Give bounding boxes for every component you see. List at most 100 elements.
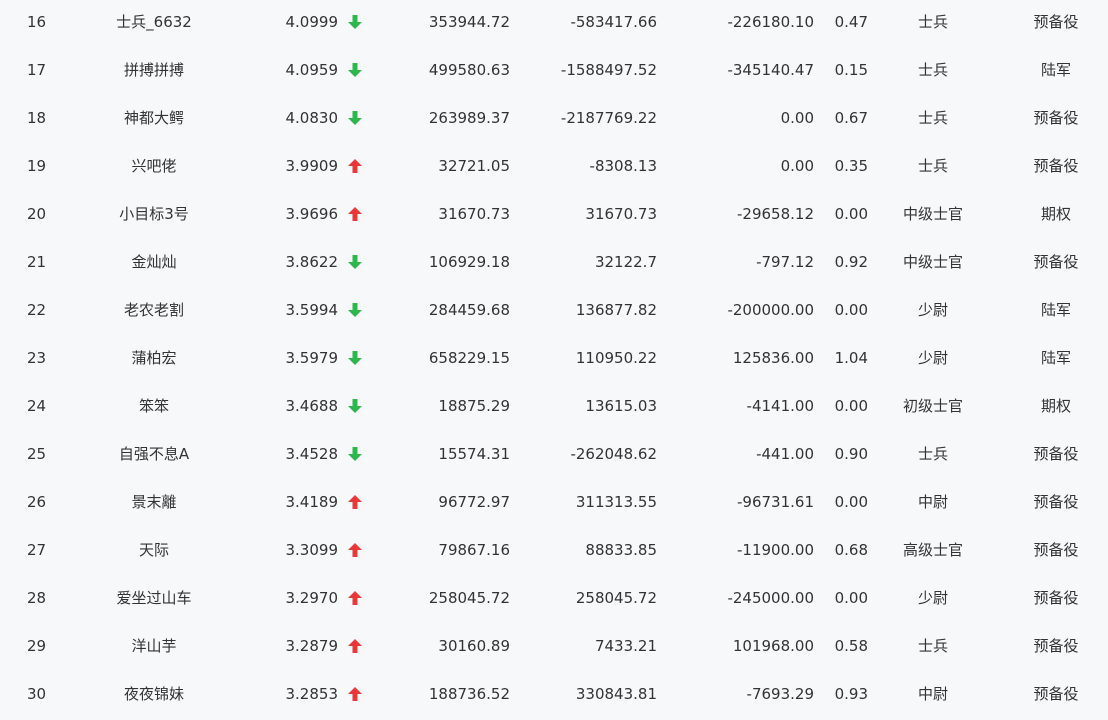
account-type: 预备役 — [1033, 541, 1079, 559]
table-row[interactable]: 18 神都大鳄 4.0830 263989.37 -2187769.22 0.00 0.67… — [0, 96, 1108, 144]
rank-cell: 25 — [27, 445, 47, 463]
player-name[interactable]: 夜夜锦妹 — [94, 672, 214, 720]
table-row[interactable]: 22 老农老割 3.5994 284459.68 136877.82 -200000.00… — [0, 288, 1108, 336]
player-name[interactable]: 天际 — [94, 528, 214, 576]
rank-cell: 18 — [27, 109, 47, 127]
value-3: -11900.00 — [737, 541, 814, 559]
score-value: 3.4189 — [285, 493, 339, 511]
score-value: 4.0830 — [285, 109, 339, 127]
value-1: 258045.72 — [428, 589, 510, 607]
rank-cell: 29 — [27, 637, 47, 655]
rank-cell: 16 — [27, 13, 47, 31]
arrow-up-icon — [346, 528, 364, 572]
account-type: 预备役 — [1033, 637, 1079, 655]
player-name[interactable]: 拼搏拼搏 — [94, 48, 214, 96]
score-value: 3.5994 — [285, 301, 339, 319]
value-3: -7693.29 — [746, 685, 814, 703]
level-badge: 初级士官 — [902, 397, 963, 415]
score-value: 3.9696 — [285, 205, 339, 223]
ratio-value: 0.93 — [834, 685, 868, 703]
level-badge: 士兵 — [917, 13, 948, 31]
arrow-down-icon — [346, 432, 364, 476]
table-row[interactable]: 23 蒲柏宏 3.5979 658229.15 110950.22 125836.00 1.… — [0, 336, 1108, 384]
player-name[interactable]: 景末離 — [94, 480, 214, 528]
arrow-up-icon — [346, 192, 364, 236]
account-type: 预备役 — [1033, 13, 1079, 31]
value-2: 110950.22 — [575, 349, 657, 367]
level-badge: 士兵 — [917, 109, 948, 127]
ratio-value: 0.67 — [834, 109, 868, 127]
score-value: 3.4688 — [285, 397, 339, 415]
score-value: 3.3099 — [285, 541, 339, 559]
player-name[interactable]: 蒲柏宏 — [94, 336, 214, 384]
table-row[interactable]: 30 夜夜锦妹 3.2853 188736.52 330843.81 -7693.29 0.… — [0, 672, 1108, 720]
value-3: -226180.10 — [727, 13, 814, 31]
value-2: -1588497.52 — [560, 61, 657, 79]
player-name[interactable]: 神都大鳄 — [94, 96, 214, 144]
value-1: 106929.18 — [428, 253, 510, 271]
score-value: 4.0959 — [285, 61, 339, 79]
table-row[interactable]: 20 小目标3号 3.9696 31670.73 31670.73 -29658.12 0.… — [0, 192, 1108, 240]
value-1: 263989.37 — [428, 109, 510, 127]
player-name[interactable]: 兴吧佬 — [94, 144, 214, 192]
player-name[interactable]: 洋山芋 — [94, 624, 214, 672]
account-type: 预备役 — [1033, 589, 1079, 607]
value-2: 13615.03 — [585, 397, 657, 415]
table-row[interactable]: 24 笨笨 3.4688 18875.29 13615.03 -4141.00 0.00 初级… — [0, 384, 1108, 432]
player-name[interactable]: 金灿灿 — [94, 240, 214, 288]
value-1: 30160.89 — [438, 637, 510, 655]
value-2: 32122.7 — [594, 253, 657, 271]
player-name[interactable]: 爱坐过山车 — [94, 576, 214, 624]
account-type: 预备役 — [1033, 157, 1079, 175]
arrow-down-icon — [346, 336, 364, 380]
value-1: 499580.63 — [428, 61, 510, 79]
value-3: -797.12 — [756, 253, 814, 271]
arrow-down-icon — [346, 288, 364, 332]
arrow-down-icon — [346, 384, 364, 428]
level-badge: 高级士官 — [902, 541, 963, 559]
value-3: 0.00 — [780, 109, 814, 127]
table-row[interactable]: 17 拼搏拼搏 4.0959 499580.63 -1588497.52 -345140.… — [0, 48, 1108, 96]
ratio-value: 0.35 — [834, 157, 868, 175]
player-name[interactable]: 小目标3号 — [94, 192, 214, 240]
table-row[interactable]: 19 兴吧佬 3.9909 32721.05 -8308.13 0.00 0.35 士兵 预备役 — [0, 144, 1108, 192]
table-row[interactable]: 26 景末離 3.4189 96772.97 311313.55 -96731.61 0.0… — [0, 480, 1108, 528]
ratio-value: 0.15 — [834, 61, 868, 79]
value-3: -441.00 — [756, 445, 814, 463]
arrow-up-icon — [346, 576, 364, 620]
rank-cell: 27 — [27, 541, 47, 559]
ratio-value: 0.00 — [834, 205, 868, 223]
ratio-value: 0.00 — [834, 397, 868, 415]
arrow-down-icon — [346, 240, 364, 284]
level-badge: 士兵 — [917, 637, 948, 655]
table-row[interactable]: 29 洋山芋 3.2879 30160.89 7433.21 101968.00 0.58 士… — [0, 624, 1108, 672]
table-row[interactable]: 27 天际 3.3099 79867.16 88833.85 -11900.00 0.68 高… — [0, 528, 1108, 576]
score-value: 4.0999 — [285, 13, 339, 31]
player-name[interactable]: 老农老割 — [94, 288, 214, 336]
value-2: 258045.72 — [575, 589, 657, 607]
level-badge: 士兵 — [917, 157, 948, 175]
value-1: 284459.68 — [428, 301, 510, 319]
account-type: 预备役 — [1033, 445, 1079, 463]
value-2: 330843.81 — [575, 685, 657, 703]
arrow-up-icon — [346, 672, 364, 716]
value-1: 96772.97 — [438, 493, 510, 511]
account-type: 期权 — [1040, 205, 1071, 223]
table-row[interactable]: 16 士兵_6632 4.0999 353944.72 -583417.66 -22618… — [0, 0, 1108, 48]
rank-cell: 17 — [27, 61, 47, 79]
player-name[interactable]: 笨笨 — [94, 384, 214, 432]
ratio-value: 0.47 — [834, 13, 868, 31]
level-badge: 士兵 — [917, 61, 948, 79]
value-1: 79867.16 — [438, 541, 510, 559]
rank-cell: 20 — [27, 205, 47, 223]
table-row[interactable]: 21 金灿灿 3.8622 106929.18 32122.7 -797.12 0.92 中级… — [0, 240, 1108, 288]
player-name[interactable]: 士兵_6632 — [94, 0, 214, 48]
level-badge: 中尉 — [917, 685, 948, 703]
level-badge: 少尉 — [917, 589, 948, 607]
ranking-table: 16 士兵_6632 4.0999 353944.72 -583417.66 -22618… — [0, 0, 1108, 720]
table-row[interactable]: 28 爱坐过山车 3.2970 258045.72 258045.72 -245000.0… — [0, 576, 1108, 624]
table-row[interactable]: 25 自强不息A 3.4528 15574.31 -262048.62 -441.00 0.… — [0, 432, 1108, 480]
level-badge: 中级士官 — [902, 253, 963, 271]
value-2: -8308.13 — [589, 157, 657, 175]
player-name[interactable]: 自强不息A — [94, 432, 214, 480]
